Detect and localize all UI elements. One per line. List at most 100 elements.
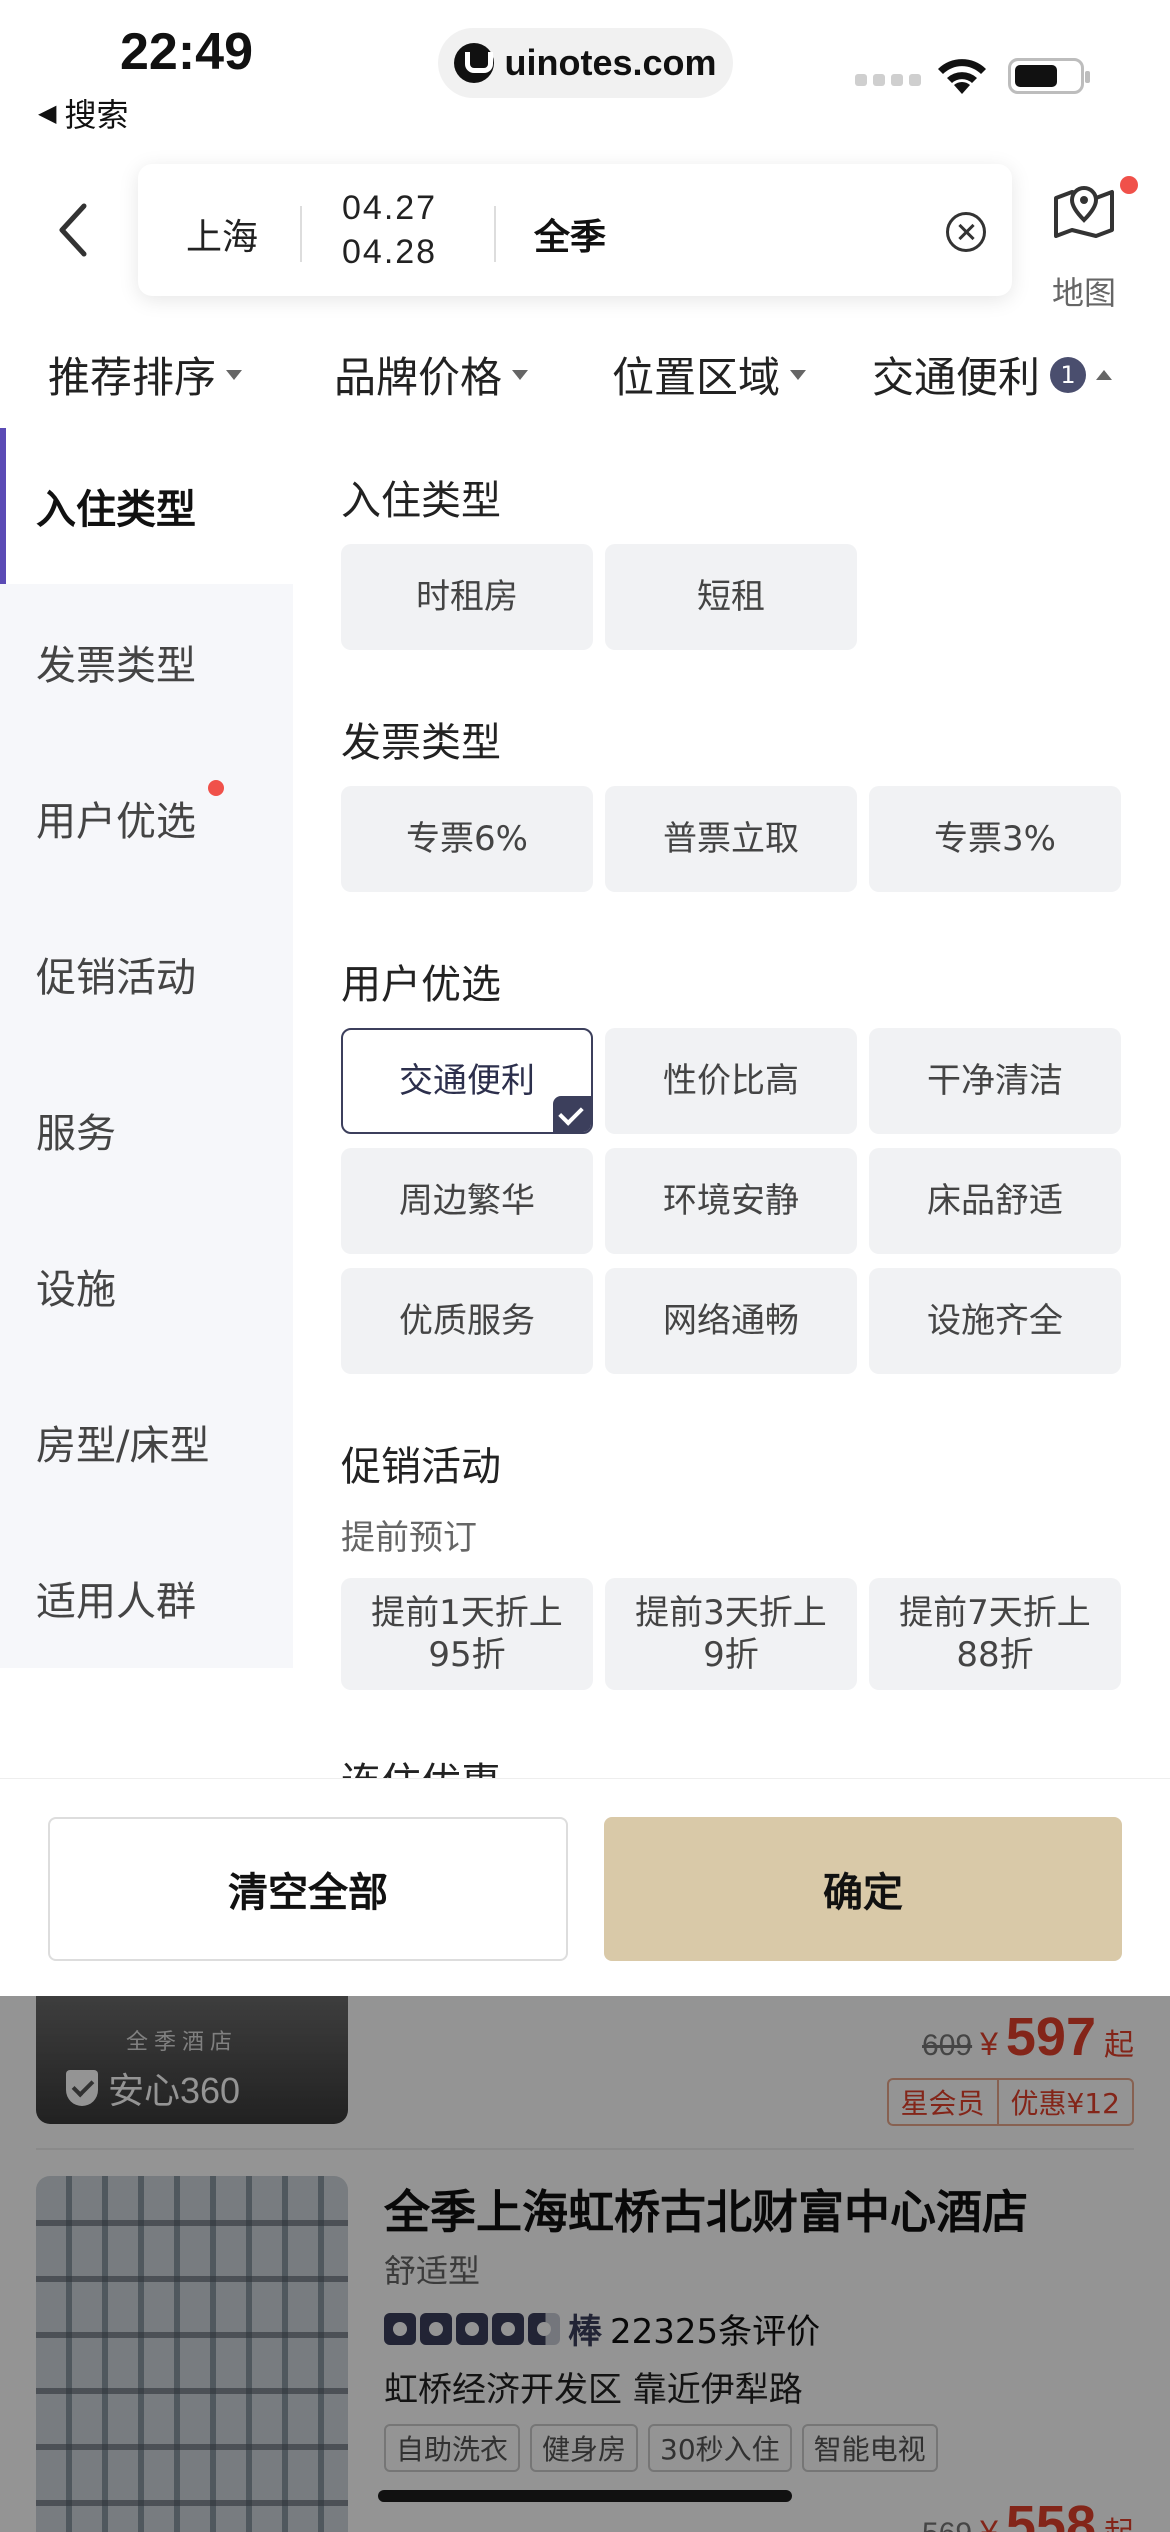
price-row: 569 ¥ 558 起 (922, 2494, 1134, 2532)
sidebar-item-room-type[interactable]: 房型/床型 (0, 1364, 293, 1520)
option-chip[interactable]: 干净清洁 (869, 1028, 1121, 1134)
caret-down-icon (512, 369, 529, 380)
option-chip[interactable]: 提前1天折上95折 (341, 1578, 593, 1690)
tab-brand-price[interactable]: 品牌价格 (334, 344, 529, 405)
divider (300, 206, 302, 262)
original-price: 609 (922, 2029, 973, 2062)
category-sidebar: 入住类型 发票类型 用户优选 促销活动 服务 设施 房型/床型 适用人群 (0, 428, 293, 1668)
option-chip[interactable]: 短租 (605, 544, 857, 650)
tab-location[interactable]: 位置区域 (612, 344, 807, 405)
filter-tabs: 推荐排序 品牌价格 位置区域 交通便利 1 (0, 330, 1170, 418)
hotel-image[interactable] (36, 2176, 348, 2532)
hotel-tag: 智能电视 (801, 2424, 938, 2472)
option-chip[interactable]: 周边繁华 (341, 1148, 593, 1254)
back-to-search-link[interactable]: ◀ 搜索 (38, 90, 128, 136)
option-chip[interactable]: 时租房 (341, 544, 593, 650)
section-title-invoice-type: 发票类型 (341, 720, 501, 766)
clear-keyword-icon[interactable] (946, 212, 986, 252)
caret-down-icon (790, 369, 807, 380)
checkin-date: 04.27 (342, 189, 438, 227)
status-bar: 22:49 ◀ 搜索 uinotes.com (0, 0, 1170, 150)
option-chip[interactable]: 提前7天折上88折 (869, 1578, 1121, 1690)
hotel-tag: 30秒入住 (648, 2424, 792, 2472)
option-chip[interactable]: 床品舒适 (869, 1148, 1121, 1254)
city-selector[interactable]: 上海 (186, 208, 258, 260)
option-chip[interactable]: 设施齐全 (869, 1268, 1121, 1374)
section-title-checkin-type: 入住类型 (341, 478, 501, 524)
member-discount-tag: 星会员 优惠¥12 (886, 2078, 1134, 2126)
home-indicator[interactable] (378, 2490, 792, 2502)
map-pin-icon (1054, 186, 1114, 238)
wifi-icon (938, 59, 986, 94)
hotel-name[interactable]: 全季上海虹桥古北财富中心酒店 (384, 2176, 1028, 2242)
date-selector[interactable]: 04.27 04.28 (342, 186, 437, 274)
sidebar-item-promo[interactable]: 促销活动 (0, 896, 293, 1052)
rating-word: 棒 (568, 2312, 602, 2352)
hotel-tag: 健身房 (530, 2424, 639, 2472)
option-chip[interactable]: 环境安静 (605, 1148, 857, 1254)
filter-action-bar: 清空全部 确定 (0, 1778, 1170, 1996)
clear-all-button[interactable]: 清空全部 (48, 1817, 568, 1961)
original-price: 569 (922, 2517, 972, 2532)
keyword-field[interactable]: 全季 (534, 208, 606, 260)
currency-symbol: ¥ (980, 2514, 998, 2532)
option-chip[interactable]: 性价比高 (605, 1028, 857, 1134)
filter-count-badge: 1 (1050, 356, 1087, 393)
option-chip-selected[interactable]: 交通便利 (341, 1028, 593, 1134)
battery-icon (1008, 58, 1090, 94)
map-label: 地图 (1052, 274, 1117, 312)
caret-down-icon (226, 369, 243, 380)
sidebar-item-label: 用户优选 (36, 799, 196, 845)
divider (494, 206, 496, 262)
option-chip[interactable]: 提前3天折上9折 (605, 1578, 857, 1690)
price-suffix: 起 (1104, 2508, 1134, 2532)
sidebar-item-facility[interactable]: 设施 (0, 1208, 293, 1364)
map-button[interactable]: 地图 (1040, 176, 1138, 312)
option-chip[interactable]: 网络通畅 (605, 1268, 857, 1374)
option-chip-label: 交通便利 (399, 1061, 535, 1101)
sidebar-item-label: 服务 (36, 1111, 116, 1157)
tab-label: 交通便利 (872, 353, 1041, 402)
back-chevron-icon[interactable] (52, 200, 96, 260)
url-pill[interactable]: uinotes.com (438, 28, 733, 98)
filter-options-panel: 入住类型 时租房 短租 发票类型 专票6% 普票立取 专票3% 用户优选 交通便… (293, 428, 1170, 1778)
section-title-user-pick: 用户优选 (341, 962, 501, 1008)
tab-sort[interactable]: 推荐排序 (48, 344, 243, 405)
search-card[interactable]: 上海 04.27 04.28 全季 (138, 164, 1012, 296)
sidebar-item-audience[interactable]: 适用人群 (0, 1520, 293, 1676)
caret-up-icon (1096, 369, 1113, 380)
review-count: 22325条评价 (610, 2312, 821, 2352)
safety-badge: 安心360 (66, 2062, 240, 2114)
back-search-label: 搜索 (64, 96, 129, 134)
tab-filter-active[interactable]: 交通便利 1 (872, 344, 1113, 405)
cellular-signal-icon (855, 74, 921, 86)
option-chip[interactable]: 专票6% (341, 786, 593, 892)
sidebar-item-service[interactable]: 服务 (0, 1052, 293, 1208)
rating-row: 棒 22325条评价 (384, 2304, 820, 2353)
status-time: 22:49 (120, 23, 253, 81)
section-title-promo: 促销活动 (341, 1444, 501, 1490)
search-header: 上海 04.27 04.28 全季 地图 (0, 150, 1170, 312)
hotel-tag: 自助洗衣 (384, 2424, 521, 2472)
price-row: 609 ¥ 597 起 (922, 2006, 1134, 2068)
back-triangle-icon: ◀ (38, 99, 57, 127)
confirm-button[interactable]: 确定 (604, 1817, 1122, 1961)
section-subtitle-advance-booking: 提前预订 (341, 1518, 477, 1558)
sidebar-item-label: 促销活动 (36, 955, 196, 1001)
option-chip[interactable]: 优质服务 (341, 1268, 593, 1374)
safety-badge-label: 安心360 (108, 2070, 241, 2111)
option-chip[interactable]: 专票3% (869, 786, 1121, 892)
tab-label: 品牌价格 (334, 353, 503, 402)
current-price: 597 (1005, 2007, 1096, 2067)
sidebar-item-checkin-type[interactable]: 入住类型 (0, 428, 293, 584)
hotel-image: 全季酒店 安心360 (36, 1996, 348, 2124)
member-tag-label: 星会员 (900, 2087, 985, 2120)
sidebar-item-label: 入住类型 (36, 487, 196, 533)
sidebar-item-user-pick[interactable]: 用户优选 (0, 740, 293, 896)
rating-icons (384, 2312, 560, 2345)
option-chip[interactable]: 普票立取 (605, 786, 857, 892)
tab-label: 位置区域 (612, 353, 781, 402)
currency-symbol: ¥ (980, 2026, 998, 2062)
hotel-tags: 自助洗衣 健身房 30秒入住 智能电视 (384, 2424, 938, 2472)
sidebar-item-invoice-type[interactable]: 发票类型 (0, 584, 293, 740)
